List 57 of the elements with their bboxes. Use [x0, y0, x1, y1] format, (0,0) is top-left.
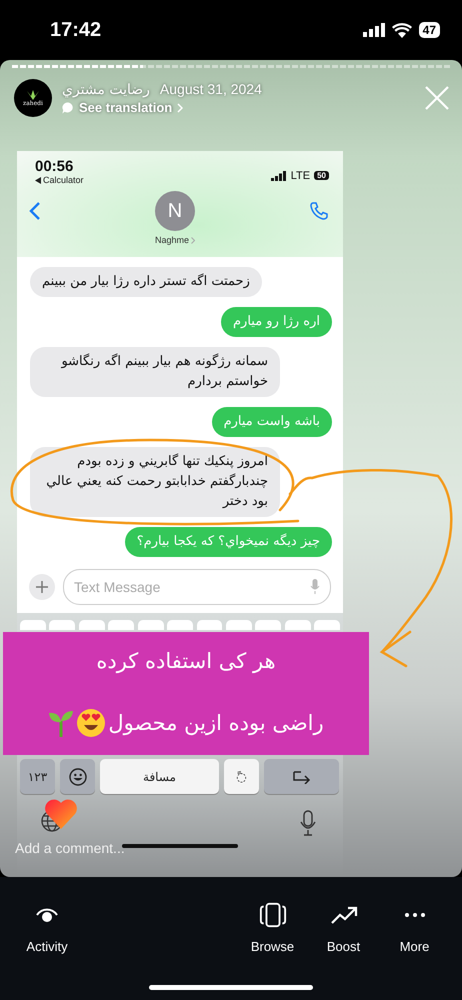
message-bubble: امروز پنكيك تنها گابريني و زده بودم چندبارگفتم خدابابتو رحمت كنه يعني عالي بود دختر [30, 447, 280, 517]
accent-key[interactable]: ◌ً [224, 759, 259, 794]
phone-frames-icon [258, 901, 286, 929]
keyboard-key[interactable] [284, 620, 311, 630]
smiley-icon [68, 768, 86, 786]
keyboard-key[interactable] [108, 620, 134, 630]
sticker-text: هر کی استفاده کرده [96, 649, 276, 674]
keyboard-key[interactable] [255, 620, 282, 630]
space-key[interactable]: مسافة [100, 759, 219, 794]
eye-icon [35, 906, 59, 924]
more-icon [404, 912, 426, 918]
more-button[interactable]: More [379, 901, 450, 1000]
message-bubble: اره رژا رو ميارم [221, 307, 332, 337]
contact-name[interactable]: Naghme [154, 235, 190, 245]
heart-icon[interactable] [44, 798, 78, 830]
message-bubble: باشه واست ميارم [212, 407, 332, 437]
activity-button[interactable]: Activity [0, 901, 94, 1000]
signal-icon [270, 170, 287, 180]
story-date: August 31, 2024 [160, 81, 262, 97]
return-arrow-icon [290, 770, 312, 784]
network-label: LTE [290, 170, 310, 182]
message-bubble: زحمتت اگه تستر داره رژا بيار من ببينم [30, 267, 262, 297]
trend-up-icon [330, 905, 358, 925]
microphone-icon[interactable] [299, 810, 317, 836]
message-bubble: چيز ديگه نميخواي؟ كه يكجا بيارم؟ [124, 527, 332, 557]
battery-level: 50 [314, 171, 329, 180]
chevron-right-icon[interactable] [191, 236, 196, 244]
phone-icon[interactable] [309, 201, 329, 221]
keyboard-key[interactable] [196, 620, 222, 630]
keyboard-key[interactable] [314, 620, 340, 630]
screenshot-time: 00:56 [35, 158, 74, 175]
keyboard-key[interactable] [226, 620, 252, 630]
keyboard-key[interactable] [167, 620, 193, 630]
signal-icon [362, 23, 385, 37]
browse-button[interactable]: Browse [237, 901, 308, 1000]
wifi-icon [392, 22, 412, 38]
back-triangle-icon[interactable] [35, 176, 41, 184]
back-chevron-icon[interactable] [29, 201, 41, 221]
plus-icon [36, 581, 48, 593]
keyboard-key[interactable] [49, 620, 76, 630]
status-time: 17:42 [50, 18, 102, 42]
message-bubble: سمانه رژگونه هم بيار ببينم اگه رنگاشو خواستم بردارم [30, 347, 280, 397]
add-button[interactable] [29, 574, 55, 600]
sticker-text: راضی بوده ازین محصول [108, 710, 324, 735]
battery-level: 47 [418, 22, 440, 38]
keyboard-key[interactable] [20, 620, 46, 630]
back-to-app-link[interactable]: Calculator [43, 175, 84, 185]
boost-button[interactable]: Boost [308, 901, 379, 1000]
close-icon[interactable] [424, 85, 450, 111]
heart-eyes-face-icon [76, 708, 106, 738]
return-key[interactable] [264, 759, 339, 794]
keyboard-key[interactable] [78, 620, 105, 630]
emoji-key[interactable] [60, 759, 95, 794]
keyboard-key[interactable] [138, 620, 164, 630]
speech-bubble-icon [62, 102, 74, 114]
sprout-icon [48, 708, 74, 737]
numbers-key[interactable]: ۱۲۳ [20, 759, 55, 794]
